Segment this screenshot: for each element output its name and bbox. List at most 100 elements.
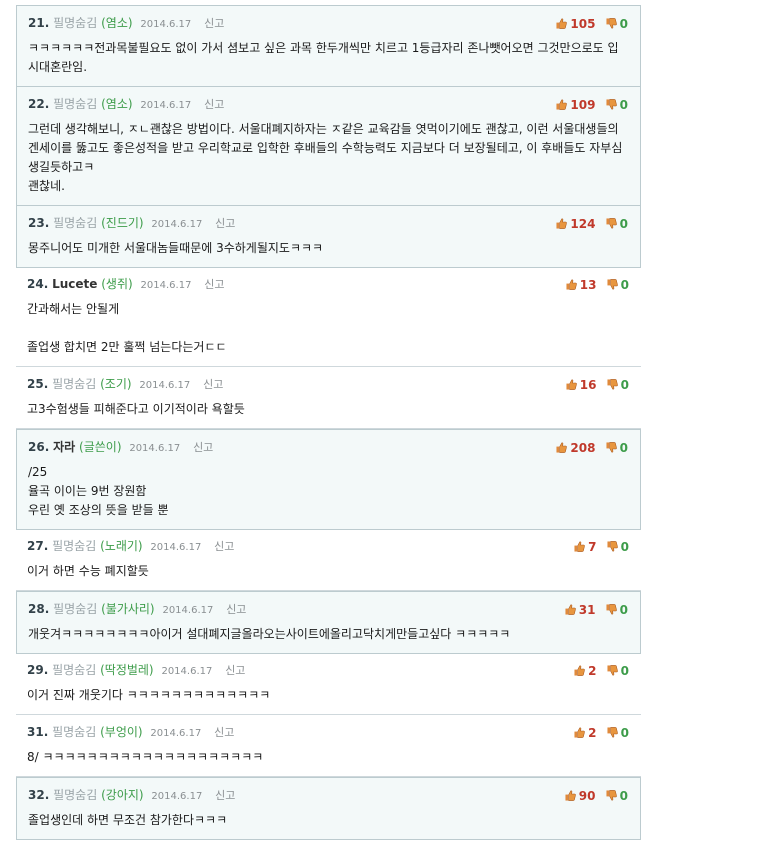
thumbs-up-icon	[556, 442, 568, 453]
downvote-button[interactable]: 0	[607, 378, 629, 392]
report-button[interactable]: 신고	[204, 278, 224, 291]
upvote-count: 2	[588, 664, 597, 678]
report-button[interactable]: 신고	[225, 664, 245, 677]
thumbs-up-icon	[556, 99, 568, 110]
comment-item: 25. 필명숨김 (조기) 2014.6.17 신고 16 0 고3수험생들 피…	[16, 367, 641, 429]
vote-box: 13 0	[566, 276, 629, 294]
comment-text: 이거 하면 수능 폐지할듯	[27, 564, 149, 578]
comment-author[interactable]: 필명숨김	[53, 216, 97, 230]
thumbs-down-icon	[607, 279, 618, 290]
upvote-button[interactable]: 7	[574, 540, 596, 554]
vote-box: 208 0	[556, 439, 628, 457]
downvote-button[interactable]: 0	[606, 17, 628, 31]
downvote-button[interactable]: 0	[607, 540, 629, 554]
upvote-button[interactable]: 31	[565, 603, 595, 617]
comment-author[interactable]: 필명숨김	[53, 16, 97, 30]
comment-date: 2014.6.17	[139, 380, 191, 391]
thumbs-up-icon	[566, 379, 577, 390]
upvote-count: 105	[570, 17, 596, 31]
thumbs-down-icon	[606, 790, 617, 801]
report-button[interactable]: 신고	[204, 17, 224, 30]
comment-author[interactable]: 필명숨김	[53, 788, 97, 802]
comment-nickname: (노래기)	[100, 539, 143, 553]
downvote-button[interactable]: 0	[606, 98, 628, 112]
thumbs-up-icon	[556, 218, 568, 229]
comment-nickname: (염소)	[101, 97, 133, 111]
comment-author[interactable]: 필명숨김	[53, 97, 97, 111]
downvote-button[interactable]: 0	[606, 441, 628, 455]
report-button[interactable]: 신고	[204, 98, 224, 111]
comment-author[interactable]: 필명숨김	[52, 377, 96, 391]
comment-date: 2014.6.17	[150, 542, 202, 553]
upvote-count: 16	[579, 378, 597, 392]
upvote-count: 208	[570, 441, 596, 455]
downvote-count: 0	[619, 17, 628, 31]
comment-text: 졸업생인데 하면 무조건 참가한다ㅋㅋㅋ	[28, 813, 228, 827]
report-button[interactable]: 신고	[203, 378, 223, 391]
comment-author[interactable]: 필명숨김	[52, 663, 96, 677]
downvote-count: 0	[619, 98, 628, 112]
downvote-button[interactable]: 0	[607, 278, 629, 292]
comment-item: 26. 자라 (글쓴이) 2014.6.17 신고 208 0 /25 율곡 이…	[16, 429, 641, 530]
upvote-button[interactable]: 124	[556, 217, 595, 231]
report-button[interactable]: 신고	[215, 217, 235, 230]
comment-item: 31. 필명숨김 (부엉이) 2014.6.17 신고 2 0 8/ ㅋㅋㅋㅋㅋ…	[16, 715, 641, 777]
comment-author[interactable]: Lucete	[52, 277, 97, 291]
thumbs-down-icon	[606, 18, 617, 29]
downvote-button[interactable]: 0	[607, 726, 629, 740]
vote-box: 90 0	[565, 787, 628, 805]
comment-header: 31. 필명숨김 (부엉이) 2014.6.17 신고	[27, 723, 629, 741]
upvote-count: 2	[588, 726, 597, 740]
comment-author[interactable]: 필명숨김	[53, 602, 97, 616]
thumbs-up-icon	[574, 665, 585, 676]
report-button[interactable]: 신고	[193, 441, 213, 454]
vote-box: 31 0	[565, 601, 628, 619]
downvote-button[interactable]: 0	[606, 603, 628, 617]
upvote-button[interactable]: 208	[556, 441, 595, 455]
comment-date: 2014.6.17	[162, 605, 214, 616]
upvote-button[interactable]: 90	[565, 789, 596, 803]
upvote-button[interactable]: 16	[566, 378, 597, 392]
comment-author[interactable]: 필명숨김	[52, 725, 96, 739]
thumbs-up-icon	[565, 790, 576, 801]
comment-author[interactable]: 자라	[53, 440, 75, 454]
downvote-button[interactable]: 0	[607, 664, 629, 678]
comment-number: 26.	[28, 440, 50, 454]
comment-item: 28. 필명숨김 (불가사리) 2014.6.17 신고 31 0 개웃겨ㅋㅋㅋ…	[16, 591, 641, 654]
thumbs-down-icon	[607, 541, 618, 552]
comment-list: 21. 필명숨김 (염소) 2014.6.17 신고 105 0 ㅋㅋㅋㅋㅋㅋ전…	[16, 5, 641, 840]
vote-box: 124 0	[556, 215, 628, 233]
comment-number: 25.	[27, 377, 49, 391]
report-button[interactable]: 신고	[226, 603, 246, 616]
comment-text: /25 율곡 이이는 9번 장원함 우린 옛 조상의 뜻을 받들 뿐	[28, 465, 169, 517]
upvote-button[interactable]: 109	[556, 98, 595, 112]
downvote-count: 0	[620, 664, 629, 678]
downvote-count: 0	[620, 278, 629, 292]
comment-number: 24.	[27, 277, 49, 291]
report-button[interactable]: 신고	[214, 540, 234, 553]
downvote-button[interactable]: 0	[606, 789, 628, 803]
upvote-count: 124	[570, 217, 596, 231]
vote-box: 7 0	[574, 538, 629, 556]
comment-nickname: (진드기)	[101, 216, 144, 230]
comment-number: 28.	[28, 602, 50, 616]
thumbs-down-icon	[606, 442, 617, 453]
downvote-button[interactable]: 0	[606, 217, 628, 231]
upvote-button[interactable]: 13	[566, 278, 596, 292]
comment-text: 몽주니어도 미개한 서울대놈들때문에 3수하게될지도ㅋㅋㅋ	[28, 241, 324, 255]
thumbs-down-icon	[607, 665, 618, 676]
upvote-button[interactable]: 2	[574, 726, 596, 740]
upvote-button[interactable]: 2	[574, 664, 596, 678]
comment-header: 24. Lucete (생쥐) 2014.6.17 신고	[27, 275, 629, 293]
comment-author[interactable]: 필명숨김	[52, 539, 96, 553]
upvote-button[interactable]: 105	[556, 17, 595, 31]
comment-text: 고3수험생들 피해준다고 이기적이라 욕할듯	[27, 402, 245, 416]
comment-item: 23. 필명숨김 (진드기) 2014.6.17 신고 124 0 몽주니어도 …	[16, 205, 641, 268]
report-button[interactable]: 신고	[215, 789, 235, 802]
thumbs-up-icon	[566, 279, 577, 290]
comment-date: 2014.6.17	[140, 100, 192, 111]
report-button[interactable]: 신고	[214, 726, 234, 739]
comment-header: 29. 필명숨김 (딱정벌레) 2014.6.17 신고	[27, 661, 629, 679]
vote-box: 105 0	[556, 15, 628, 33]
upvote-count: 90	[578, 789, 596, 803]
